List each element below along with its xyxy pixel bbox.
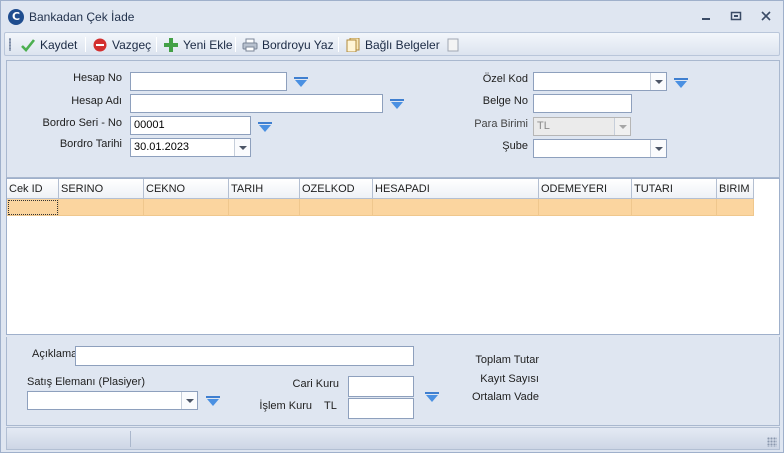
documents-icon — [345, 37, 361, 53]
aciklama-input[interactable] — [75, 346, 414, 366]
kur-lookup-icon[interactable] — [425, 392, 439, 402]
column-header-birim[interactable]: BIRIM — [717, 179, 754, 199]
islem-kuru-currency: TL — [324, 400, 337, 412]
add-new-button[interactable]: Yeni Ekle — [161, 35, 235, 54]
chevron-down-icon[interactable] — [181, 392, 197, 409]
sube-combo[interactable] — [533, 139, 667, 158]
column-header-tarih[interactable]: TARIH — [229, 179, 300, 199]
chevron-down-icon[interactable] — [650, 140, 666, 157]
chevron-down-icon[interactable] — [650, 73, 666, 90]
belge-no-label: Belge No — [482, 95, 528, 107]
checks-grid[interactable]: Cek ID SERINO CEKNO TARIH OZELKOD HESAPA… — [6, 178, 780, 335]
ortalam-vade-label: Ortalam Vade — [471, 391, 539, 403]
bordro-tarihi-value: 30.01.2023 — [134, 141, 190, 153]
column-header-ozelkod[interactable]: OZELKOD — [300, 179, 373, 199]
islem-kuru-label: İşlem Kuru — [259, 400, 312, 412]
minimize-icon[interactable] — [697, 9, 715, 25]
toplam-tutar-label: Toplam Tutar — [475, 354, 539, 366]
aciklama-label: Açıklama — [32, 348, 78, 360]
kayit-sayisi-label: Kayıt Sayısı — [480, 373, 539, 385]
app-logo-icon: C — [8, 9, 24, 25]
title-bar: C Bankadan Çek İade — [1, 1, 783, 33]
resize-grip-icon[interactable] — [767, 437, 777, 447]
toolbar-separator — [338, 37, 339, 52]
maximize-icon[interactable] — [727, 9, 745, 25]
cell-tarih[interactable] — [229, 199, 300, 216]
print-label: Bordroyu Yaz — [262, 37, 334, 52]
print-button[interactable]: Bordroyu Yaz — [240, 35, 336, 54]
cell-cek-id[interactable] — [7, 199, 59, 216]
belge-no-input[interactable] — [533, 94, 632, 113]
plasiyer-lookup-icon[interactable] — [206, 396, 220, 406]
add-new-label: Yeni Ekle — [183, 37, 233, 52]
bordro-tarihi-date-picker[interactable]: 30.01.2023 — [130, 138, 251, 157]
cell-odemeyeri[interactable] — [539, 199, 632, 216]
cari-kuru-label: Cari Kuru — [292, 378, 339, 390]
column-header-cekno[interactable]: CEKNO — [144, 179, 229, 199]
plasiyer-combo[interactable] — [27, 391, 198, 410]
sube-label: Şube — [502, 140, 528, 152]
toolbar-separator — [235, 37, 236, 52]
grid-header: Cek ID SERINO CEKNO TARIH OZELKOD HESAPA… — [7, 179, 754, 199]
cell-serino[interactable] — [59, 199, 144, 216]
column-header-serino[interactable]: SERINO — [59, 179, 144, 199]
footer-panel: Açıklama Satış Elemanı (Plasiyer) Cari K… — [6, 337, 780, 426]
bordro-seri-input[interactable]: 00001 — [130, 116, 251, 135]
plasiyer-label: Satış Elemanı (Plasiyer) — [27, 376, 145, 388]
bordro-tarihi-label: Bordro Tarihi — [59, 138, 122, 150]
close-icon[interactable] — [757, 9, 775, 25]
cell-cekno[interactable] — [144, 199, 229, 216]
toolbar-separator — [85, 37, 86, 52]
hesap-no-input[interactable] — [130, 72, 287, 91]
para-birimi-combo: TL — [533, 117, 631, 136]
attachments-button[interactable]: Bağlı Belgeler — [343, 35, 442, 54]
window: C Bankadan Çek İade Kaydet Vazgeç Yeni E… — [0, 0, 784, 453]
ozel-kod-lookup-icon[interactable] — [674, 78, 688, 88]
column-header-cek-id[interactable]: Cek ID — [7, 179, 59, 199]
toolbar-grip[interactable] — [9, 38, 11, 51]
toolbar: Kaydet Vazgeç Yeni Ekle Bordroyu Yaz Bağ… — [4, 32, 780, 56]
para-birimi-label: Para Birimi — [474, 118, 528, 130]
para-birimi-value: TL — [537, 120, 550, 132]
cancel-label: Vazgeç — [112, 37, 152, 52]
bordro-seri-label: Bordro Seri - No — [42, 117, 122, 129]
table-row[interactable] — [7, 199, 754, 216]
column-header-hesapadi[interactable]: HESAPADI — [373, 179, 539, 199]
save-label: Kaydet — [40, 37, 78, 52]
column-header-tutari[interactable]: TUTARI — [632, 179, 717, 199]
printer-icon — [242, 37, 258, 53]
bordro-seri-lookup-icon[interactable] — [258, 122, 272, 132]
hesap-no-lookup-icon[interactable] — [294, 77, 308, 87]
window-title: Bankadan Çek İade — [29, 10, 135, 24]
column-header-odemeyeri[interactable]: ODEMEYERI — [539, 179, 632, 199]
cari-kuru-input[interactable] — [348, 376, 414, 397]
hesap-adi-lookup-icon[interactable] — [390, 99, 404, 109]
save-button[interactable]: Kaydet — [18, 35, 79, 54]
islem-kuru-input[interactable] — [348, 398, 414, 419]
checkmark-icon — [20, 37, 36, 53]
hesap-no-label: Hesap No — [73, 72, 122, 84]
cell-hesapadi[interactable] — [373, 199, 539, 216]
stop-icon — [92, 37, 108, 53]
ozel-kod-label: Özel Kod — [482, 73, 528, 85]
cell-birim[interactable] — [717, 199, 754, 216]
cell-tutari[interactable] — [632, 199, 717, 216]
chevron-down-icon[interactable] — [234, 139, 250, 156]
attachments-label: Bağlı Belgeler — [365, 37, 440, 52]
page-icon — [445, 37, 461, 53]
hesap-adi-label: Hesap Adı — [71, 95, 122, 107]
status-bar — [6, 427, 780, 450]
plus-icon — [163, 37, 179, 53]
chevron-down-icon — [614, 118, 630, 135]
ozel-kod-combo[interactable] — [533, 72, 667, 91]
document-button[interactable] — [443, 35, 467, 54]
cell-ozelkod[interactable] — [300, 199, 373, 216]
header-panel: Hesap No Hesap Adı Bordro Seri - No 0000… — [6, 60, 780, 178]
status-divider — [130, 431, 131, 447]
toolbar-separator — [156, 37, 157, 52]
hesap-adi-input[interactable] — [130, 94, 383, 113]
cancel-button[interactable]: Vazgeç — [90, 35, 153, 54]
